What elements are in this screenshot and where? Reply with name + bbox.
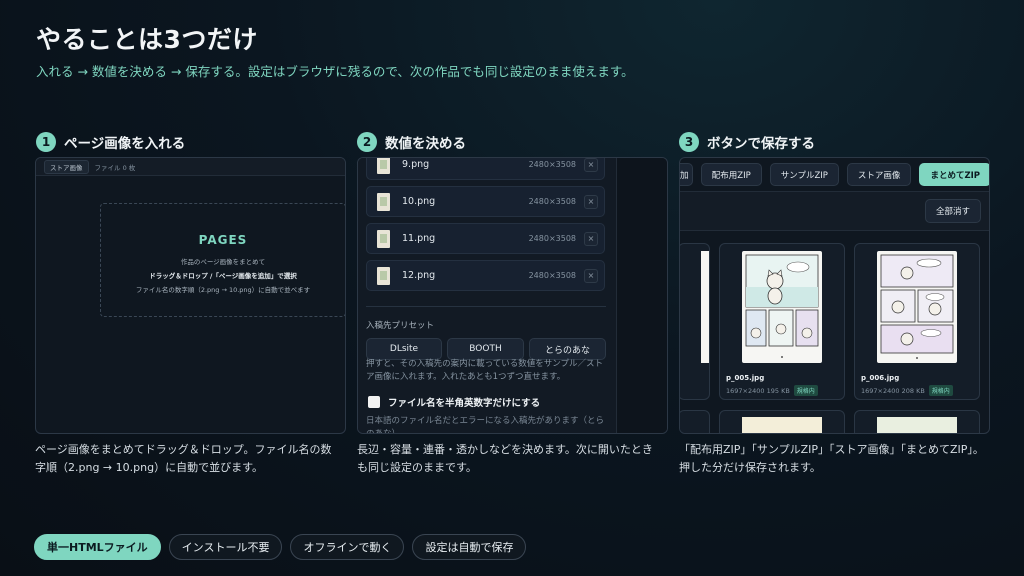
step-number: 1 — [36, 132, 56, 152]
feature-pill-offline: オフラインで動く — [290, 534, 405, 560]
step-2-screenshot: 9.png 2480×3508 × 10.png 2480×3508 × 11.… — [357, 157, 668, 434]
result-toolbar: 全部消す — [680, 191, 989, 231]
file-name: 11.png — [402, 233, 436, 244]
file-row[interactable]: 12.png 2480×3508 × — [366, 260, 605, 291]
card-meta: 1697×2400 195 KB 規格内 — [726, 385, 818, 396]
store-image-button[interactable]: ストア画像 — [846, 163, 912, 186]
page-thumbnail — [877, 251, 957, 363]
file-size: 2480×3508 — [528, 160, 576, 169]
ascii-filename-checkbox[interactable] — [368, 396, 380, 408]
remove-icon[interactable]: × — [584, 158, 598, 172]
page-thumbnail — [742, 251, 822, 363]
preset-dlsite-button[interactable]: DLsite — [366, 338, 442, 360]
step-1-description: ページ画像をまとめてドラッグ＆ドロップ。ファイル名の数字順（2.png → 10… — [35, 443, 332, 475]
status-badge: 規格内 — [928, 385, 953, 396]
file-row[interactable]: 9.png 2480×3508 × — [366, 158, 605, 180]
add-button-partial[interactable]: 加 — [680, 163, 693, 186]
drop-zone-title: PAGES — [198, 233, 248, 247]
card-file-name: p_005.jpg — [726, 374, 765, 382]
step-title: 数値を決める — [385, 136, 466, 152]
card-dimensions: 1697×2400 208 KB — [861, 386, 925, 395]
step-number: 3 — [679, 132, 699, 152]
preset-note: 押すと、その入稿先の案内に載っている数値をサンプル／ストア画像に入れます。入れた… — [366, 359, 603, 382]
result-card-partial[interactable] — [680, 410, 710, 433]
remove-icon[interactable]: × — [584, 194, 598, 209]
file-thumbnail — [377, 229, 390, 248]
file-row[interactable]: 11.png 2480×3508 × — [366, 223, 605, 254]
app-toolbar: ストア画像 ファイル 0 枚 — [36, 158, 345, 176]
divider — [366, 306, 606, 307]
result-card[interactable]: p_006.jpg 1697×2400 208 KB 規格内 — [854, 243, 980, 400]
step-2-description: 長辺・容量・連番・透かしなどを決めます。次に開いたときも同じ設定のままです。 — [357, 443, 653, 475]
bundle-zip-button[interactable]: まとめてZIP — [919, 163, 989, 186]
file-size: 2480×3508 — [528, 197, 576, 206]
file-count: ファイル 0 枚 — [94, 163, 136, 172]
side-pane — [616, 158, 667, 433]
drop-zone-instruction: ドラッグ＆ドロップ /「ページ画像を追加」で選択 — [149, 272, 297, 280]
step-title: ボタンで保存する — [707, 136, 815, 152]
preset-label: 入稿先プリセット — [366, 321, 435, 331]
preset-booth-button[interactable]: BOOTH — [447, 338, 524, 360]
clear-all-button[interactable]: 全部消す — [924, 199, 981, 223]
result-card-partial[interactable] — [680, 243, 710, 400]
feature-pill-autosave: 設定は自動で保存 — [412, 534, 527, 560]
distribution-zip-button[interactable]: 配布用ZIP — [700, 163, 762, 186]
page-thumbnail — [742, 417, 822, 433]
file-name: 9.png — [402, 159, 430, 170]
feature-pill-no-install: インストール不要 — [168, 534, 283, 560]
sample-zip-button[interactable]: サンプルZIP — [769, 163, 839, 186]
card-meta: 1697×2400 208 KB 規格内 — [861, 385, 953, 396]
result-card[interactable]: p_005.jpg 1697×2400 195 KB 規格内 — [719, 243, 845, 400]
ascii-filename-option[interactable]: ファイル名を半角英数字だけにする — [368, 395, 540, 409]
card-file-name: p_006.jpg — [861, 374, 900, 382]
file-size: 2480×3508 — [528, 234, 576, 243]
file-name: 10.png — [402, 196, 436, 207]
step-3-description: 「配布用ZIP」「サンプルZIP」「ストア画像」「まとめてZIP」。押した分だけ… — [679, 443, 984, 475]
card-dimensions: 1697×2400 195 KB — [726, 386, 790, 395]
step-title: ページ画像を入れる — [64, 136, 186, 152]
store-image-tab[interactable]: ストア画像 — [44, 159, 89, 174]
file-name: 12.png — [402, 270, 436, 281]
save-button-bar: 加 配布用ZIP サンプルZIP ストア画像 まとめてZIP — [680, 158, 989, 191]
file-size: 2480×3508 — [528, 271, 576, 280]
file-thumbnail — [377, 266, 390, 285]
remove-icon[interactable]: × — [584, 268, 598, 283]
result-card[interactable] — [854, 410, 980, 433]
file-row[interactable]: 10.png 2480×3508 × — [366, 186, 605, 217]
page-title: やることは3つだけ — [36, 25, 258, 54]
step-2-heading: 2 数値を決める — [357, 132, 466, 152]
checkbox-label: ファイル名を半角英数字だけにする — [388, 398, 541, 409]
status-badge: 規格内 — [793, 385, 818, 396]
remove-icon[interactable]: × — [584, 231, 598, 246]
settings-pane: 9.png 2480×3508 × 10.png 2480×3508 × 11.… — [358, 158, 616, 434]
step-3-screenshot: 加 配布用ZIP サンプルZIP ストア画像 まとめてZIP 全部消す p_00… — [679, 157, 990, 434]
drop-zone[interactable]: PAGES 作品のページ画像をまとめて ドラッグ＆ドロップ /「ページ画像を追加… — [100, 203, 345, 317]
preset-toranoana-button[interactable]: とらのあな — [529, 338, 606, 360]
step-1-heading: 1 ページ画像を入れる — [36, 132, 185, 152]
step-number: 2 — [357, 132, 377, 152]
feature-pills: 単一HTMLファイル インストール不要 オフラインで動く 設定は自動で保存 — [34, 534, 527, 560]
file-thumbnail — [377, 192, 390, 211]
page-thumbnail — [877, 417, 957, 433]
feature-pill-single-html: 単一HTMLファイル — [34, 534, 161, 560]
file-thumbnail — [377, 158, 390, 174]
drop-zone-note: ファイル名の数字順（2.png → 10.png）に自動で並べます — [135, 286, 311, 294]
drop-zone-text: 作品のページ画像をまとめて — [180, 258, 266, 266]
step-1-screenshot: ストア画像 ファイル 0 枚 PAGES 作品のページ画像をまとめて ドラッグ＆… — [35, 157, 346, 434]
result-card[interactable] — [719, 410, 845, 433]
page-subtitle: 入れる → 数値を決める → 保存する。設定はブラウザに残るので、次の作品でも同… — [36, 64, 634, 79]
step-3-heading: 3 ボタンで保存する — [679, 132, 815, 152]
checkbox-note: 日本語のファイル名だとエラーになる入稿先があります（とらのあな） — [366, 416, 605, 434]
